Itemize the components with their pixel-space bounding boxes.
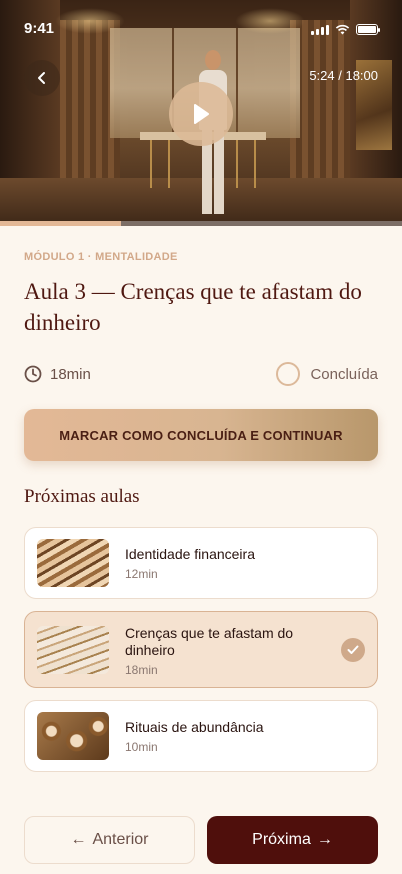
video-progress-fill xyxy=(0,221,121,226)
video-scene-desk-leg xyxy=(236,140,256,188)
clock-icon xyxy=(24,365,42,383)
lesson-card-duration: 10min xyxy=(125,740,158,754)
cellular-signal-icon xyxy=(311,24,329,35)
play-icon xyxy=(194,104,209,124)
status-time: 9:41 xyxy=(24,20,55,37)
back-button[interactable] xyxy=(24,60,60,96)
lesson-thumbnail xyxy=(37,712,109,760)
video-time-readout: 5:24 / 18:00 xyxy=(309,68,378,83)
module-label: MÓDULO 1 · MENTALIDADE xyxy=(24,251,178,263)
lesson-card-title: Crenças que te afastam do dinheiro xyxy=(125,625,294,658)
lesson-card-duration: 18min xyxy=(125,663,158,677)
previous-lesson-button[interactable]: ← Anterior xyxy=(24,816,195,864)
completed-label: Concluída xyxy=(310,365,378,383)
completed-toggle[interactable]: Concluída xyxy=(276,362,378,386)
arrow-left-icon: ← xyxy=(70,831,87,848)
previous-label: Anterior xyxy=(92,831,149,848)
video-player[interactable]: 9:41 5:24 / 18:00 xyxy=(0,0,402,226)
lesson-meta-row: 18min Concluída xyxy=(24,360,378,388)
lesson-card-text: Identidade financeira 12min xyxy=(125,546,329,581)
chevron-left-icon xyxy=(38,72,45,84)
mark-complete-button[interactable]: MARCAR COMO CONCLUÍDA E CONTINUAR xyxy=(24,409,378,461)
lesson-thumbnail xyxy=(37,626,109,674)
wifi-icon xyxy=(335,24,350,35)
battery-icon xyxy=(356,24,380,35)
next-label: Próxima xyxy=(252,831,311,848)
lesson-card-title: Identidade financeira xyxy=(125,546,255,562)
lesson-card-text: Crenças que te afastam do dinheiro 18min xyxy=(125,625,329,677)
upcoming-section-title: Próximas aulas xyxy=(24,486,140,507)
lesson-duration: 18min xyxy=(24,365,91,383)
lesson-card-title: Rituais de abundância xyxy=(125,719,264,735)
lesson-duration-text: 18min xyxy=(50,365,91,383)
status-bar: 9:41 xyxy=(0,0,402,54)
arrow-right-icon: → xyxy=(316,831,333,848)
upcoming-lesson-card[interactable]: Rituais de abundância 10min xyxy=(24,700,378,772)
next-lesson-button[interactable]: Próxima → xyxy=(207,816,378,864)
video-progress-bar[interactable] xyxy=(0,221,402,226)
lesson-card-duration: 12min xyxy=(125,567,158,581)
play-button[interactable] xyxy=(169,82,233,146)
video-scene-desk-leg xyxy=(150,140,170,188)
lesson-title: Aula 3 — Crenças que te afastam do dinhe… xyxy=(24,279,362,335)
status-icons xyxy=(311,24,380,35)
completed-radio[interactable] xyxy=(276,362,301,386)
lesson-thumbnail xyxy=(37,539,109,587)
check-icon xyxy=(347,645,359,654)
upcoming-lesson-card[interactable]: Identidade financeira 12min xyxy=(24,527,378,599)
upcoming-lesson-card-active[interactable]: Crenças que te afastam do dinheiro 18min xyxy=(24,611,378,688)
completed-check-badge xyxy=(341,638,365,662)
video-scene-floor xyxy=(0,178,402,226)
lesson-card-text: Rituais de abundância 10min xyxy=(125,719,329,754)
